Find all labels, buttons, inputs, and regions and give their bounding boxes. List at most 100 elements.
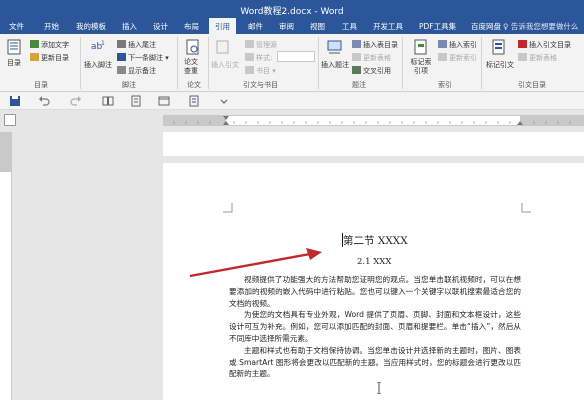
manage-sources-icon (245, 40, 254, 48)
customize-toolbar-icon[interactable] (218, 95, 230, 107)
tab-insert[interactable]: 插入 (122, 21, 137, 32)
margin-corner-mark (223, 203, 233, 213)
tab-layout[interactable]: 布局 (184, 21, 199, 32)
chevron-down-icon: ▾ (270, 67, 276, 75)
insert-caption-button[interactable]: 插入题注 (321, 60, 349, 70)
style-icon (245, 53, 254, 61)
toa-group-label: 引文目录 (518, 81, 546, 89)
add-text-icon (30, 40, 39, 48)
table-of-figures-icon (352, 40, 361, 48)
insert-toa-icon (518, 40, 527, 48)
tab-developer[interactable]: 开发工具 (373, 21, 403, 32)
update-toa-button[interactable]: 更新表格 (518, 53, 557, 63)
paper-check-icon[interactable] (184, 39, 202, 55)
tab-pdf-tools[interactable]: PDF工具集 (419, 21, 456, 32)
separator (177, 37, 178, 89)
quick-access-toolbar (0, 92, 584, 110)
window-title: Word教程2.docx - Word (240, 7, 344, 17)
tab-home[interactable]: 开始 (44, 21, 59, 32)
update-toc-button[interactable]: 更新目录 (30, 53, 69, 63)
separator (402, 37, 403, 89)
tell-me-search[interactable]: ♀ 告诉我您想要做什么 (503, 21, 578, 32)
insert-caption-icon[interactable] (326, 39, 344, 55)
update-index-button[interactable]: 更新索引 (438, 53, 477, 63)
vruler-top-margin (0, 132, 11, 172)
cross-reference-icon (352, 66, 361, 74)
next-footnote-button[interactable]: 下一条脚注 ▾ (117, 53, 169, 63)
margin-corner-mark (521, 203, 531, 213)
tab-tools[interactable]: 工具 (342, 21, 357, 32)
ribbon-tabs: 文件 开始 我的模板 插入 设计 布局 引用 邮件 审阅 视图 工具 开发工具 … (0, 18, 584, 34)
insert-index-icon (438, 40, 447, 48)
insert-table-of-figures-button[interactable]: 插入表目录 (352, 40, 398, 50)
separator (208, 37, 209, 89)
tab-baidu-netdisk[interactable]: 百度网盘 (471, 21, 501, 32)
toc-group-label: 目录 (34, 81, 48, 89)
toc-button[interactable]: 目录 (7, 58, 21, 68)
mark-citation-button[interactable]: 标记引文 (486, 60, 514, 70)
captions-group-label: 题注 (352, 81, 366, 89)
vertical-ruler[interactable] (0, 132, 12, 400)
show-notes-button[interactable]: 显示备注 (117, 66, 156, 76)
update-table-button[interactable]: 更新表格 (352, 53, 391, 63)
tab-design[interactable]: 设计 (153, 21, 168, 32)
chevron-down-icon: ▾ (163, 54, 169, 62)
table-of-contents-icon[interactable] (6, 39, 24, 55)
ruler-ticks (173, 116, 571, 125)
insert-citation-button[interactable]: 插入引文 (211, 60, 239, 70)
tab-my-templates[interactable]: 我的模板 (76, 21, 106, 32)
undo-icon[interactable] (38, 95, 50, 107)
paragraph: 为使您的文档具有专业外观，Word 提供了页眉、页脚、封面和文本框设计，这些设计… (229, 310, 521, 343)
tab-references[interactable]: 引用 (209, 18, 236, 34)
citation-style-select[interactable] (277, 51, 315, 62)
insert-footnote-button[interactable]: 插入脚注 (84, 60, 112, 70)
table-of-contents-icon[interactable] (188, 95, 200, 107)
horizontal-ruler[interactable] (163, 115, 584, 126)
tab-review[interactable]: 审阅 (279, 21, 294, 32)
web-layout-icon[interactable] (158, 95, 170, 107)
body-text: 视频提供了功能强大的方法帮助您证明您的观点。当您单击联机视频时，可以在想要添加的… (229, 274, 521, 380)
section-heading: 第二节 XXXX (343, 235, 408, 247)
mark-entry-button[interactable]: 标记索引项 (410, 58, 432, 76)
document-page[interactable]: 第二节 XXXX 2.1 XXX 视频提供了功能强大的方法帮助您证明您的观点。当… (163, 163, 584, 400)
title-bar: Word教程2.docx - Word (0, 0, 584, 18)
ibeam-cursor-icon (377, 382, 381, 394)
endnote-icon (117, 40, 126, 48)
paper-check-button[interactable]: 论文查重 (184, 58, 204, 76)
lightbulb-icon: ♀ (503, 22, 511, 31)
separator (80, 37, 81, 89)
refresh-icon (518, 53, 527, 61)
separator (481, 37, 482, 89)
add-text-button[interactable]: 添加文字 (30, 40, 69, 50)
cross-reference-button[interactable]: 交叉引用 (352, 66, 391, 76)
insert-endnote-button[interactable]: 插入尾注 (117, 40, 156, 50)
tab-mailings[interactable]: 邮件 (248, 21, 263, 32)
mark-entry-icon[interactable] (412, 39, 430, 55)
insert-toa-button[interactable]: 插入引文目录 (518, 40, 571, 50)
citations-group-label: 引文与书目 (243, 81, 278, 89)
research-group-label: 论文 (187, 81, 201, 89)
bibliography-button[interactable]: 书目 ▾ (245, 66, 276, 76)
annotation-arrow (189, 248, 322, 278)
tab-selector[interactable] (4, 114, 16, 126)
subsection-heading: 2.1 XXX (357, 257, 392, 267)
refresh-icon (30, 53, 39, 61)
paragraph: 主题和样式也有助于文档保持协调。当您单击设计并选择新的主题时，图片、图表或 Sm… (229, 345, 521, 379)
refresh-icon (438, 53, 447, 61)
show-notes-icon (117, 66, 126, 74)
print-layout-icon[interactable] (130, 95, 142, 107)
insert-index-button[interactable]: 插入索引 (438, 40, 477, 50)
tab-view[interactable]: 视图 (310, 21, 325, 32)
svg-text:1: 1 (101, 40, 105, 47)
mark-citation-icon[interactable] (490, 39, 508, 55)
tab-file[interactable]: 文件 (9, 21, 24, 32)
next-footnote-icon (117, 53, 126, 61)
redo-icon[interactable] (70, 95, 82, 107)
insert-citation-icon[interactable] (214, 39, 232, 55)
save-icon[interactable] (9, 95, 21, 107)
footnote-icon[interactable]: ab1 (89, 39, 107, 55)
ribbon: 目录 添加文字 更新目录 目录 ab 1 插入脚注 插入尾注 下一条脚注 ▾ 显示… (0, 34, 584, 92)
read-mode-icon[interactable] (102, 95, 114, 107)
manage-sources-button[interactable]: 管理源 (245, 40, 277, 50)
ruler-row (0, 110, 584, 132)
